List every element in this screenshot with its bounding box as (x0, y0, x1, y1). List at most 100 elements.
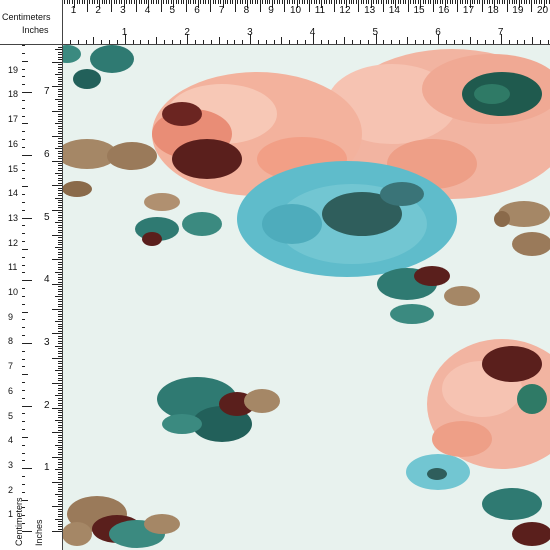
ruler-tick (58, 200, 62, 202)
ruler-tick (22, 491, 25, 493)
ruler-tick (22, 131, 25, 133)
ruler-tick (58, 256, 62, 258)
ruler-tick (425, 0, 427, 4)
ruler-tick (257, 0, 259, 4)
ruler-tick (476, 0, 478, 4)
ruler-tick (336, 0, 338, 4)
cm-top-label: 19 (512, 5, 524, 16)
ruler-tick (58, 165, 62, 167)
ruler-tick (58, 264, 62, 266)
ruler-tick (116, 40, 118, 44)
ruler-tick (58, 409, 62, 411)
ruler-tick (128, 0, 130, 4)
ruler-tick (58, 328, 62, 330)
ruler-tick (58, 120, 62, 122)
ruler-tick (58, 103, 62, 105)
ruler-tick (195, 40, 197, 44)
cm-top-label: 1 (70, 5, 77, 16)
ruler-tick (548, 0, 550, 4)
ruler-tick (153, 0, 155, 4)
ruler-tick (108, 0, 110, 4)
ruler-tick (538, 0, 540, 4)
ruler-left: 19 18 17 16 15 14 13 12 11 10 9 8 7 6 5 4 3 2 1 7 6 5 4 3 2 1 (0, 0, 63, 550)
ruler-tick (276, 0, 278, 4)
ruler-tick (22, 264, 25, 266)
ruler-tick (52, 333, 62, 335)
ruler-tick (365, 0, 367, 4)
ruler-tick (58, 447, 62, 449)
ruler-tick (55, 345, 62, 347)
ruler-tick (58, 175, 62, 177)
ruler-tick (58, 155, 62, 157)
ruler-tick (58, 451, 62, 453)
ruler-tick (22, 178, 25, 180)
ruler-tick (318, 0, 320, 4)
ruler-tick (58, 113, 62, 115)
ruler-tick (58, 528, 62, 530)
ruler-tick (22, 303, 25, 305)
ruler-tick (58, 350, 62, 352)
ruler-tick (170, 0, 172, 4)
ruler-tick (523, 0, 525, 4)
ruler-tick (58, 476, 62, 478)
ruler-tick (58, 244, 62, 246)
top-secondary-unit-label: Inches (22, 25, 49, 35)
ruler-tick (163, 0, 165, 4)
ruler-tick (58, 56, 62, 58)
ruler-tick (58, 437, 62, 439)
ruler-tick (22, 327, 25, 329)
ruler-tick (55, 246, 62, 248)
cm-left-label: 13 (8, 212, 19, 223)
ruler-tick (58, 316, 62, 318)
ruler-tick (242, 40, 244, 44)
ruler-tick (52, 506, 62, 508)
ruler-tick (58, 484, 62, 486)
ruler-tick (350, 0, 352, 4)
in-left-label: 2 (44, 399, 50, 411)
ruler-tick (58, 204, 62, 206)
ruler-tick (52, 111, 62, 113)
ruler-tick (158, 0, 160, 4)
in-top-label: 7 (497, 27, 504, 38)
ruler-tick (93, 37, 95, 44)
ruler-tick (52, 481, 62, 483)
ruler-tick (58, 489, 62, 490)
ruler-tick (58, 224, 62, 226)
ruler-tick (22, 358, 25, 360)
ruler-tick (156, 37, 158, 44)
cm-top-label: 7 (218, 5, 225, 16)
ruler-tick (58, 377, 62, 379)
cm-left-label: 17 (8, 114, 19, 125)
ruler-tick (351, 40, 353, 44)
ruler-tick (136, 0, 138, 12)
ruler-tick (22, 241, 25, 242)
ruler-tick (58, 229, 62, 231)
ruler-tick (320, 40, 322, 44)
ruler-tick (79, 0, 81, 4)
ruler-tick (22, 413, 25, 415)
ruler-tick (22, 382, 25, 384)
ruler-tick (126, 0, 128, 4)
ruler-tick (338, 0, 340, 4)
ruler-tick (22, 60, 28, 62)
ruler-tick (474, 0, 476, 4)
ruler-tick (22, 170, 25, 172)
ruler-tick (58, 442, 62, 444)
cm-top-label: 18 (487, 5, 499, 16)
ruler-tick (58, 274, 62, 276)
in-top-label: 2 (184, 27, 190, 38)
ruler-tick (58, 64, 62, 66)
cm-left-label: 7 (8, 361, 14, 372)
ruler-tick (385, 0, 387, 4)
ruler-tick (58, 69, 62, 71)
ruler-tick (22, 225, 25, 227)
ruler-tick (220, 0, 222, 4)
ruler-tick (22, 146, 25, 148)
ruler-tick (58, 387, 62, 389)
ruler-tick (58, 288, 62, 290)
ruler-tick (58, 254, 62, 256)
ruler-tick (58, 71, 62, 73)
ruler-tick (326, 0, 328, 4)
ruler-tick (131, 0, 133, 4)
ruler-tick (22, 476, 25, 478)
